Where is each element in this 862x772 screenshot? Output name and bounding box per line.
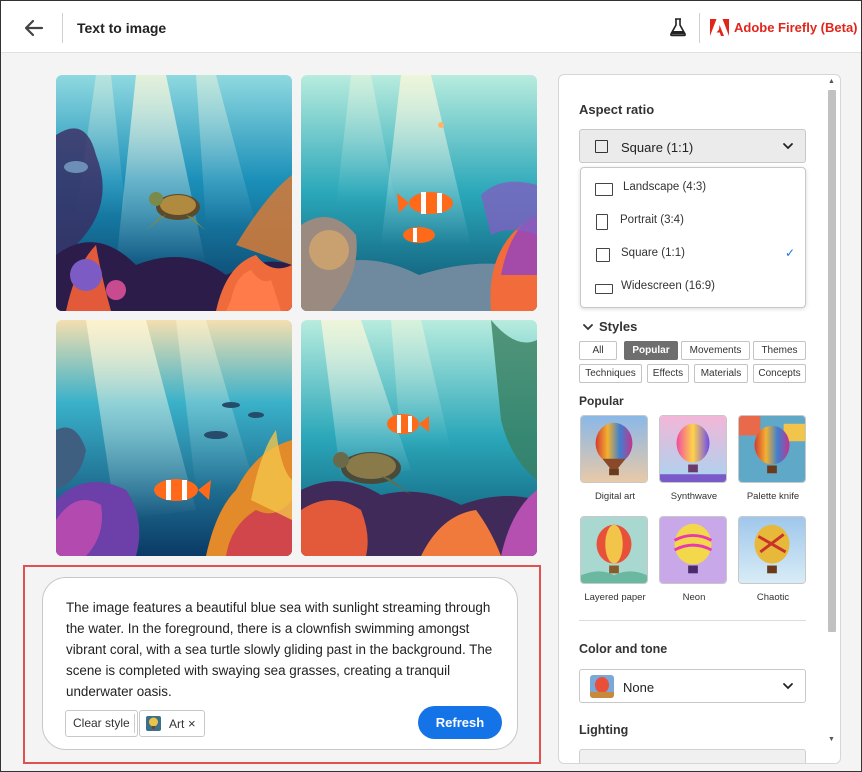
style-thumb-palette-knife[interactable] — [738, 415, 806, 483]
portrait-icon — [596, 214, 608, 230]
back-arrow-icon[interactable] — [21, 15, 47, 41]
style-label: Neon — [682, 592, 706, 603]
chevron-down-icon — [583, 324, 593, 331]
menu-item-label: Widescreen (16:9) — [621, 280, 715, 292]
refresh-button[interactable]: Refresh — [418, 706, 502, 739]
tab-themes[interactable]: Themes — [753, 341, 806, 360]
generated-image-3[interactable] — [56, 320, 292, 556]
app-header: Text to image Adobe Firefly (Beta) — [1, 1, 861, 53]
lighting-title: Lighting — [579, 723, 629, 737]
lighting-dropdown[interactable] — [579, 749, 806, 763]
menu-item-label: Landscape (4:3) — [623, 181, 707, 193]
beaker-icon[interactable] — [669, 17, 687, 37]
tab-movements[interactable]: Movements — [681, 341, 750, 360]
popular-section-title: Popular — [579, 394, 624, 408]
style-label: Palette knife — [746, 491, 800, 502]
menu-item-landscape[interactable]: Landscape (4:3) — [581, 171, 805, 204]
clear-style-button[interactable]: Clear style — [65, 710, 138, 737]
scroll-down-icon[interactable]: ▼ — [827, 736, 836, 743]
style-chip-art[interactable]: Art × — [139, 710, 205, 737]
adobe-logo-icon — [710, 19, 729, 36]
brand-name: Adobe Firefly (Beta) — [734, 20, 858, 35]
generated-image-1[interactable] — [56, 75, 292, 311]
square-icon — [596, 248, 610, 262]
checkmark-icon: ✓ — [784, 246, 795, 260]
styles-title: Styles — [599, 319, 638, 334]
chip-divider — [134, 714, 135, 733]
close-icon[interactable]: × — [188, 716, 196, 731]
tab-materials[interactable]: Materials — [694, 364, 748, 383]
tab-concepts[interactable]: Concepts — [753, 364, 806, 383]
menu-item-square[interactable]: Square (1:1) ✓ — [581, 237, 805, 270]
square-icon — [595, 140, 608, 153]
scrollbar-thumb[interactable] — [828, 90, 836, 632]
style-thumb-digital-art[interactable] — [580, 415, 648, 483]
aspect-ratio-title: Aspect ratio — [579, 102, 655, 117]
header-divider — [699, 13, 700, 43]
page-title: Text to image — [77, 20, 167, 36]
generated-image-2[interactable] — [301, 75, 537, 311]
color-tone-title: Color and tone — [579, 642, 668, 656]
landscape-icon — [595, 183, 613, 196]
style-label: Chaotic — [756, 592, 790, 603]
aspect-ratio-menu: Landscape (4:3) Portrait (3:4) Square (1… — [580, 167, 806, 308]
color-tone-selected: None — [623, 680, 655, 695]
menu-item-label: Portrait (3:4) — [620, 214, 684, 226]
style-thumb-neon[interactable] — [659, 516, 727, 584]
menu-item-portrait[interactable]: Portrait (3:4) — [581, 204, 805, 237]
style-thumb-chaotic[interactable] — [738, 516, 806, 584]
panel-scrollbar[interactable]: ▲ ▼ — [826, 78, 837, 748]
widescreen-icon — [595, 284, 613, 294]
scroll-up-icon[interactable]: ▲ — [827, 78, 836, 85]
aspect-ratio-selected: Square (1:1) — [621, 140, 694, 155]
tab-effects[interactable]: Effects — [647, 364, 689, 383]
prompt-textarea[interactable]: The image features a beautiful blue sea … — [66, 597, 506, 702]
color-tone-dropdown[interactable]: None — [579, 669, 806, 703]
header-divider — [62, 13, 63, 43]
style-thumb-layered-paper[interactable] — [580, 516, 648, 584]
style-label: Synthwave — [670, 491, 718, 502]
chevron-down-icon — [783, 143, 793, 150]
menu-item-label: Square (1:1) — [621, 247, 685, 259]
generated-image-4[interactable] — [301, 320, 537, 556]
settings-panel: Aspect ratio Square (1:1) Landscape (4:3… — [558, 74, 841, 764]
chevron-down-icon — [783, 683, 793, 690]
menu-item-widescreen[interactable]: Widescreen (16:9) — [581, 270, 805, 303]
tab-techniques[interactable]: Techniques — [579, 364, 642, 383]
style-chip-label: Art — [169, 717, 185, 731]
style-label: Digital art — [594, 491, 636, 502]
style-thumb-synthwave[interactable] — [659, 415, 727, 483]
section-divider — [579, 620, 806, 621]
style-label: Layered paper — [584, 592, 646, 603]
art-style-thumbnail — [146, 716, 161, 731]
tab-all[interactable]: All — [579, 341, 617, 360]
aspect-ratio-dropdown[interactable]: Square (1:1) — [579, 129, 806, 163]
tab-popular[interactable]: Popular — [624, 341, 678, 360]
prompt-box[interactable]: The image features a beautiful blue sea … — [42, 577, 518, 750]
color-tone-thumbnail — [590, 675, 614, 698]
